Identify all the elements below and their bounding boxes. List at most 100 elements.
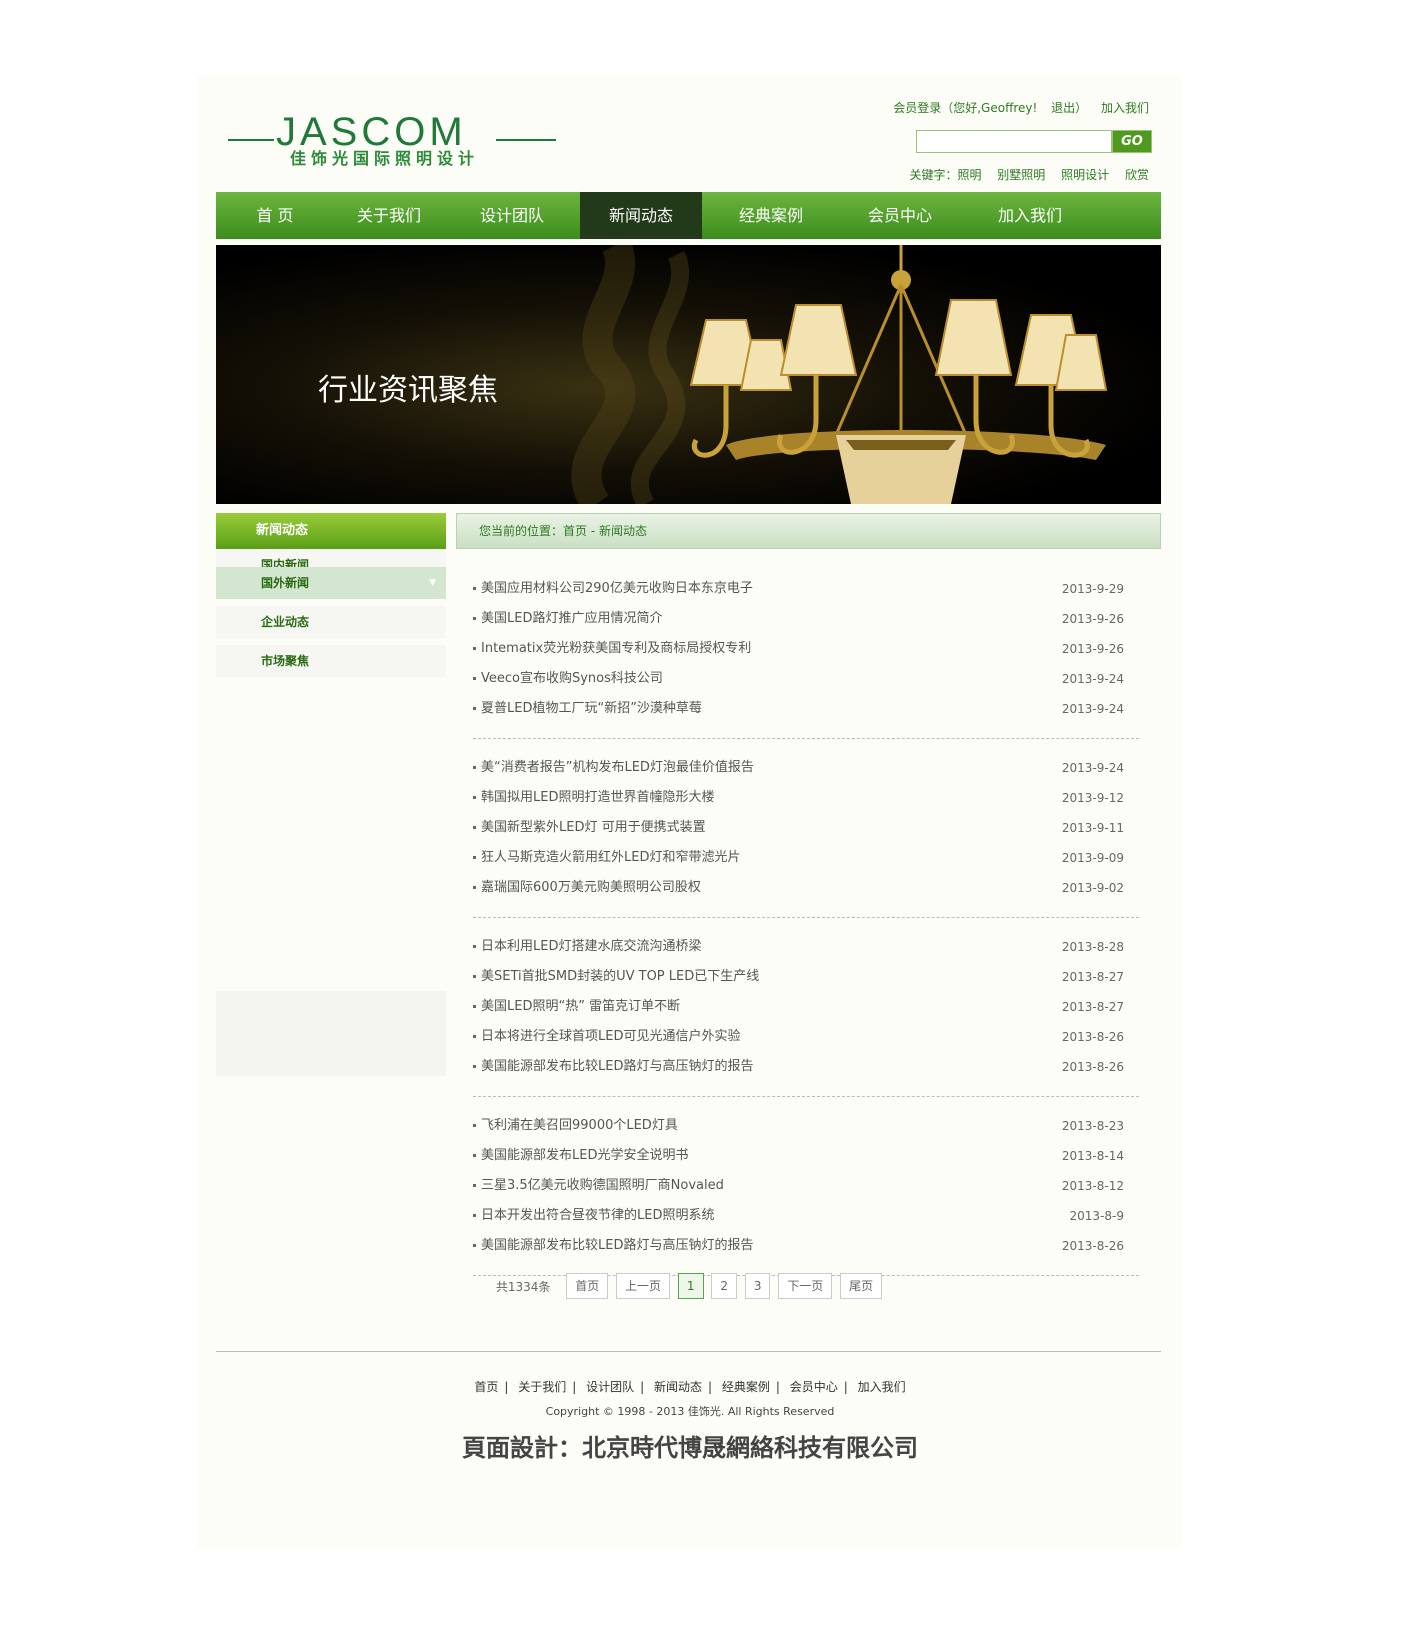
news-title[interactable]: 三星3.5亿美元收购德国照明厂商Novaled <box>481 1178 724 1193</box>
footer-link-about[interactable]: 关于我们 <box>518 1380 566 1394</box>
news-title[interactable]: 狂人马斯克造火箭用红外LED灯和窄带滤光片 <box>481 850 740 865</box>
news-row[interactable]: 美国LED路灯推广应用情况简介 2013-9-26 <box>473 604 1139 634</box>
logo[interactable]: JASCOM 佳饰光国际照明设计 <box>228 112 564 168</box>
footer-link-cases[interactable]: 经典案例 <box>722 1380 770 1394</box>
sidebar-item-foreign-news[interactable]: 国外新闻 ▼ <box>216 567 446 599</box>
news-row[interactable]: 日本开发出符合昼夜节律的LED照明系统 2013-8-9 <box>473 1201 1139 1231</box>
keyword-villa-lighting[interactable]: 别墅照明 <box>997 168 1045 182</box>
last-page-button[interactable]: 尾页 <box>840 1273 883 1299</box>
page-3-button[interactable]: 3 <box>744 1273 771 1299</box>
news-row[interactable]: 美“消费者报告”机构发布LED灯泡最佳价值报告 2013-9-24 <box>473 753 1139 783</box>
news-date: 2013-8-9 <box>1069 1209 1124 1223</box>
keyword-lighting-link[interactable]: 关键字：照明 <box>909 168 981 182</box>
keyword-appreciation[interactable]: 欣赏 <box>1125 168 1149 182</box>
footer-link-design-team[interactable]: 设计团队 <box>586 1380 634 1394</box>
page: JASCOM 佳饰光国际照明设计 会员登录（您好,Geoffrey! 退出） 加… <box>198 76 1182 1548</box>
news-title[interactable]: 飞利浦在美召回99000个LED灯具 <box>481 1118 678 1133</box>
top-links: 会员登录（您好,Geoffrey! 退出） 加入我们 <box>883 99 1149 116</box>
news-date: 2013-8-28 <box>1061 940 1124 954</box>
news-title[interactable]: 美SETi首批SMD封装的UV TOP LED已下生产线 <box>481 969 759 984</box>
news-row[interactable]: 三星3.5亿美元收购德国照明厂商Novaled 2013-8-12 <box>473 1171 1139 1201</box>
nav-home[interactable]: 首 页 <box>216 192 334 239</box>
news-row[interactable]: 日本利用LED灯搭建水底交流沟通桥梁 2013-8-28 <box>473 932 1139 962</box>
news-title[interactable]: 夏普LED植物工厂玩“新招”沙漠种草莓 <box>481 701 702 716</box>
nav-join-us[interactable]: 加入我们 <box>960 192 1100 239</box>
nav-news[interactable]: 新闻动态 <box>580 192 702 239</box>
news-title[interactable]: 美国新型紫外LED灯 可用于便携式装置 <box>481 820 706 835</box>
page-1-button[interactable]: 1 <box>677 1273 704 1299</box>
news-row[interactable]: 美国能源部发布比较LED路灯与高压钠灯的报告 2013-8-26 <box>473 1231 1139 1261</box>
bullet-icon <box>473 677 476 680</box>
news-title[interactable]: Intematix荧光粉获美国专利及商标局授权专利 <box>481 641 751 656</box>
news-row[interactable]: 狂人马斯克造火箭用红外LED灯和窄带滤光片 2013-9-09 <box>473 843 1139 873</box>
bullet-icon <box>473 1124 476 1127</box>
page-2-button[interactable]: 2 <box>711 1273 737 1299</box>
news-date: 2013-9-02 <box>1061 881 1124 895</box>
bullet-icon <box>473 1214 476 1217</box>
news-row[interactable]: 美国能源部发布比较LED路灯与高压钠灯的报告 2013-8-26 <box>473 1052 1139 1082</box>
banner: 行业资讯聚焦 <box>216 245 1161 504</box>
news-row[interactable]: 飞利浦在美召回99000个LED灯具 2013-8-23 <box>473 1111 1139 1141</box>
bullet-icon <box>473 766 476 769</box>
news-row[interactable]: 嘉瑞国际600万美元购美照明公司股权 2013-9-02 <box>473 873 1139 903</box>
news-row[interactable]: 美国新型紫外LED灯 可用于便携式装置 2013-9-11 <box>473 813 1139 843</box>
join-us-link[interactable]: 加入我们 <box>1101 101 1149 115</box>
news-row[interactable]: 夏普LED植物工厂玩“新招”沙漠种草莓 2013-9-24 <box>473 694 1139 724</box>
news-date: 2013-9-26 <box>1061 612 1124 626</box>
news-row[interactable]: 美国能源部发布LED光学安全说明书 2013-8-14 <box>473 1141 1139 1171</box>
footer-link-news[interactable]: 新闻动态 <box>654 1380 702 1394</box>
news-title[interactable]: 美国能源部发布比较LED路灯与高压钠灯的报告 <box>481 1059 753 1074</box>
news-row[interactable]: 日本将进行全球首项LED可见光通信户外实验 2013-8-26 <box>473 1022 1139 1052</box>
news-title[interactable]: 韩国拟用LED照明打造世界首幢隐形大楼 <box>481 790 714 805</box>
next-page-button[interactable]: 下一页 <box>778 1273 833 1299</box>
news-title[interactable]: 美国LED照明“热” 雷笛克订单不断 <box>481 999 680 1014</box>
news-row[interactable]: 美国LED照明“热” 雷笛克订单不断 2013-8-27 <box>473 992 1139 1022</box>
sidebar-empty-block <box>216 991 446 1076</box>
chevron-down-icon: ▼ <box>429 578 436 588</box>
news-row[interactable]: Veeco宣布收购Synos科技公司 2013-9-24 <box>473 664 1139 694</box>
news-row[interactable]: 美SETi首批SMD封装的UV TOP LED已下生产线 2013-8-27 <box>473 962 1139 992</box>
news-title[interactable]: 日本将进行全球首项LED可见光通信户外实验 <box>481 1029 740 1044</box>
bullet-icon <box>473 945 476 948</box>
nav-cases[interactable]: 经典案例 <box>702 192 840 239</box>
bullet-icon <box>473 826 476 829</box>
news-title[interactable]: 美“消费者报告”机构发布LED灯泡最佳价值报告 <box>481 760 754 775</box>
nav-member-center[interactable]: 会员中心 <box>840 192 960 239</box>
footer-link-join-us[interactable]: 加入我们 <box>858 1380 906 1394</box>
nav-about[interactable]: 关于我们 <box>334 192 444 239</box>
news-group: 日本利用LED灯搭建水底交流沟通桥梁 2013-8-28 美SETi首批SMD封装的… <box>473 932 1139 1097</box>
news-date: 2013-8-26 <box>1061 1030 1124 1044</box>
news-row[interactable]: 美国应用材料公司290亿美元收购日本东京电子 2013-9-29 <box>473 574 1139 604</box>
bullet-icon <box>473 1184 476 1187</box>
news-title[interactable]: 嘉瑞国际600万美元购美照明公司股权 <box>481 880 701 895</box>
footer-divider <box>216 1351 1161 1352</box>
news-title[interactable]: 美国能源部发布比较LED路灯与高压钠灯的报告 <box>481 1238 753 1253</box>
search-input[interactable] <box>916 130 1112 153</box>
news-title[interactable]: 日本利用LED灯搭建水底交流沟通桥梁 <box>481 939 701 954</box>
member-login-link[interactable]: 会员登录（您好,Geoffrey! <box>893 101 1037 115</box>
news-row[interactable]: Intematix荧光粉获美国专利及商标局授权专利 2013-9-26 <box>473 634 1139 664</box>
news-title[interactable]: 日本开发出符合昼夜节律的LED照明系统 <box>481 1208 714 1223</box>
news-date: 2013-8-23 <box>1061 1119 1124 1133</box>
bullet-icon <box>473 587 476 590</box>
news-title[interactable]: 美国应用材料公司290亿美元收购日本东京电子 <box>481 581 753 596</box>
logout-link[interactable]: 退出） <box>1051 101 1087 115</box>
keyword-lighting-design[interactable]: 照明设计 <box>1061 168 1109 182</box>
sidebar-item-company-news[interactable]: 企业动态 <box>216 606 446 638</box>
footer-link-member-center[interactable]: 会员中心 <box>790 1380 838 1394</box>
search-go-button[interactable]: GO <box>1112 130 1152 153</box>
news-title[interactable]: Veeco宣布收购Synos科技公司 <box>481 671 663 686</box>
bullet-icon <box>473 647 476 650</box>
first-page-button[interactable]: 首页 <box>566 1273 609 1299</box>
news-title[interactable]: 美国LED路灯推广应用情况简介 <box>481 611 662 626</box>
news-date: 2013-8-14 <box>1061 1149 1124 1163</box>
footer-link-home[interactable]: 首页 <box>474 1380 498 1394</box>
news-title[interactable]: 美国能源部发布LED光学安全说明书 <box>481 1148 688 1163</box>
prev-page-button[interactable]: 上一页 <box>616 1273 671 1299</box>
logo-wordmark: JASCOM <box>276 110 467 154</box>
nav-design-team[interactable]: 设计团队 <box>444 192 580 239</box>
bullet-icon <box>473 617 476 620</box>
news-row[interactable]: 韩国拟用LED照明打造世界首幢隐形大楼 2013-9-12 <box>473 783 1139 813</box>
sidebar-item-market-focus[interactable]: 市场聚焦 <box>216 645 446 677</box>
news-group: 飞利浦在美召回99000个LED灯具 2013-8-23 美国能源部发布LED光学安… <box>473 1111 1139 1276</box>
